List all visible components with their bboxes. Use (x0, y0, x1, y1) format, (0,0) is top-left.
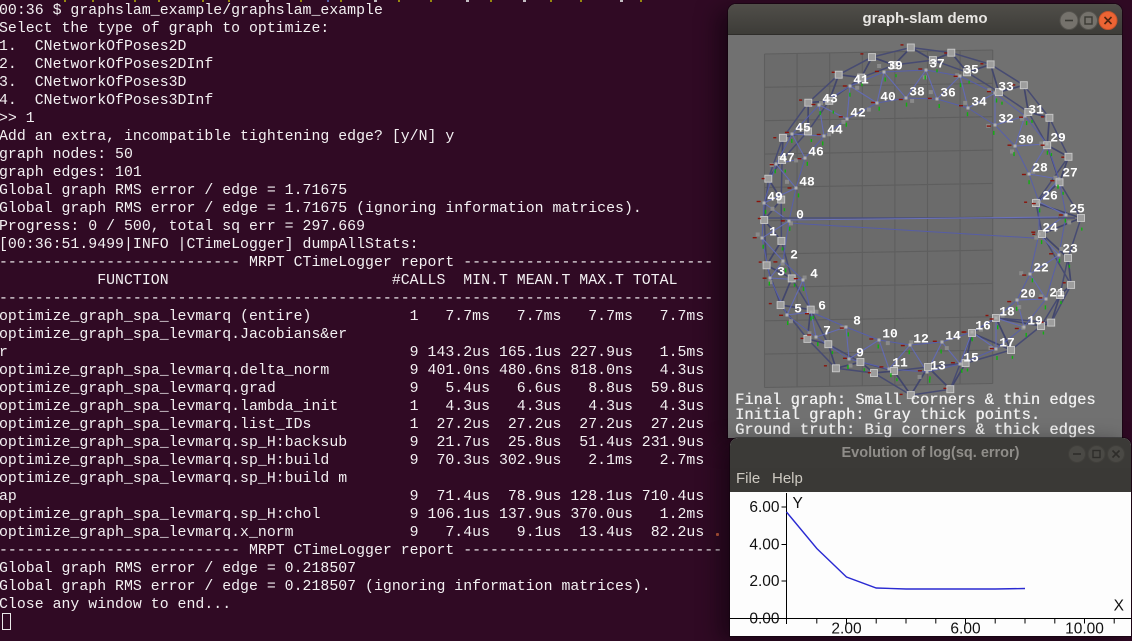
svg-text:16: 16 (975, 319, 991, 334)
svg-text:3: 3 (777, 265, 785, 280)
svg-text:4.00: 4.00 (749, 537, 780, 554)
svg-text:39: 39 (887, 59, 903, 74)
svg-text:27: 27 (1062, 166, 1078, 181)
svg-text:10: 10 (882, 327, 898, 342)
svg-text:44: 44 (827, 123, 843, 138)
svg-text:17: 17 (999, 336, 1015, 351)
svg-text:X: X (1114, 598, 1125, 615)
svg-text:14: 14 (945, 329, 961, 344)
svg-text:Ground truth: Big corners & th: Ground truth: Big corners & thick edges (735, 421, 1096, 438)
svg-text:48: 48 (799, 175, 815, 190)
svg-text:31: 31 (1028, 103, 1044, 118)
svg-text:38: 38 (909, 85, 925, 100)
svg-text:26: 26 (1042, 189, 1058, 204)
svg-text:4: 4 (810, 267, 818, 282)
svg-text:2.00: 2.00 (749, 573, 780, 590)
svg-text:33: 33 (998, 80, 1014, 95)
svg-text:28: 28 (1032, 161, 1048, 176)
svg-text:2: 2 (790, 248, 798, 263)
svg-text:20: 20 (1020, 287, 1036, 302)
svg-text:7: 7 (823, 324, 831, 339)
svg-text:Y: Y (793, 495, 803, 512)
svg-text:32: 32 (998, 112, 1014, 127)
svg-text:49: 49 (767, 190, 783, 205)
svg-text:10.00: 10.00 (1065, 621, 1104, 637)
svg-text:45: 45 (795, 121, 811, 136)
svg-text:24: 24 (1042, 221, 1058, 236)
svg-text:42: 42 (850, 106, 866, 121)
svg-text:47: 47 (779, 151, 795, 166)
svg-text:35: 35 (963, 63, 979, 78)
svg-text:46: 46 (808, 145, 824, 160)
svg-text:43: 43 (822, 92, 838, 107)
svg-text:18: 18 (999, 305, 1015, 320)
svg-text:6.00: 6.00 (749, 499, 780, 516)
svg-text:40: 40 (880, 90, 896, 105)
svg-text:23: 23 (1062, 242, 1078, 257)
svg-text:29: 29 (1050, 131, 1066, 146)
svg-text:9: 9 (856, 346, 864, 361)
svg-text:22: 22 (1033, 261, 1049, 276)
svg-text:21: 21 (1049, 286, 1065, 301)
svg-text:12: 12 (913, 332, 929, 347)
svg-text:30: 30 (1018, 133, 1034, 148)
svg-text:11: 11 (892, 356, 908, 371)
svg-text:0.00: 0.00 (749, 611, 780, 628)
svg-text:19: 19 (1027, 314, 1043, 329)
svg-text:0: 0 (796, 208, 804, 223)
svg-text:5: 5 (794, 302, 802, 317)
svg-text:6.00: 6.00 (950, 621, 981, 637)
svg-text:25: 25 (1069, 202, 1085, 217)
svg-text:1: 1 (769, 225, 777, 240)
svg-text:36: 36 (940, 86, 956, 101)
svg-text:2.00: 2.00 (831, 621, 862, 637)
svg-text:8: 8 (853, 314, 861, 329)
svg-text:15: 15 (963, 351, 979, 366)
svg-text:13: 13 (930, 359, 946, 374)
svg-text:6: 6 (818, 299, 826, 314)
svg-text:34: 34 (971, 95, 987, 110)
svg-text:37: 37 (929, 57, 945, 72)
svg-text:41: 41 (853, 73, 869, 88)
